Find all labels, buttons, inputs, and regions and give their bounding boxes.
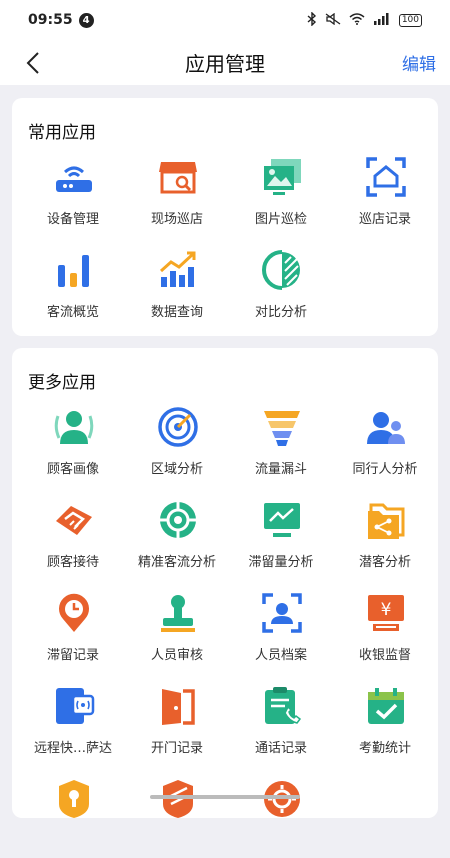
clock-pin-icon (59, 593, 89, 632)
notification-count-badge: 4 (78, 12, 94, 28)
app-item[interactable]: 对比分析 (229, 249, 333, 329)
app-label: 通话记录 (254, 741, 307, 756)
app-item[interactable]: 顾客接待 (21, 499, 125, 579)
nav-bar: 应用管理 编辑 (0, 40, 450, 85)
app-label: 客流概览 (46, 305, 99, 320)
app-item[interactable]: 同行人分析 (333, 406, 437, 486)
app-label: 图片巡检 (254, 212, 307, 227)
app-item[interactable]: ¥ 收银监督 (333, 592, 437, 672)
bar-chart-icon (58, 255, 89, 287)
app-item[interactable] (21, 778, 125, 858)
app-label: 流量漏斗 (254, 462, 307, 477)
app-item[interactable]: 设备管理 (21, 156, 125, 236)
app-item[interactable]: 开门记录 (125, 685, 229, 765)
router-icon (56, 166, 92, 192)
gear-badge-icon (264, 781, 300, 817)
user-profile-icon (54, 411, 94, 444)
signal-icon (373, 12, 391, 28)
image-gallery-icon (264, 159, 301, 195)
app-item[interactable] (125, 778, 229, 858)
share-folder-icon (368, 503, 405, 539)
mute-icon (325, 12, 341, 28)
app-label: 区域分析 (150, 462, 203, 477)
wifi-icon (349, 12, 365, 28)
app-label: 滞留记录 (46, 648, 99, 663)
phone-clipboard-icon (265, 687, 302, 724)
app-label: 精准客流分析 (137, 555, 216, 570)
funnel-icon (264, 411, 300, 446)
app-item[interactable]: 潜客分析 (333, 499, 437, 579)
keyhole-badge-icon (59, 780, 89, 818)
page-title: 应用管理 (185, 52, 265, 76)
compare-circle-icon (262, 250, 300, 290)
app-item[interactable]: 巡店记录 (333, 156, 437, 236)
home-indicator[interactable] (150, 795, 300, 799)
door-open-icon (162, 689, 195, 725)
app-item[interactable]: 客流概览 (21, 249, 125, 329)
common-apps-card: 常用应用 设备管理 现场巡店 图片巡检 巡店记录 客流概览 数据查询 对比分析 (12, 98, 438, 336)
app-label: 开门记录 (150, 741, 203, 756)
app-item[interactable] (229, 778, 333, 858)
app-item[interactable]: 通话记录 (229, 685, 333, 765)
app-item[interactable]: 远程快…萨达 (21, 685, 125, 765)
app-item[interactable]: 人员档案 (229, 592, 333, 672)
bar-trend-icon (159, 251, 196, 287)
calendar-check-icon (368, 688, 404, 724)
target-icon (160, 502, 196, 538)
app-item[interactable]: 精准客流分析 (125, 499, 229, 579)
app-label: 同行人分析 (352, 462, 418, 477)
shield-icon (163, 780, 193, 818)
app-label: 数据查询 (150, 305, 203, 320)
app-label: 设备管理 (46, 212, 99, 227)
store-search-icon (159, 162, 197, 194)
app-item[interactable]: 区域分析 (125, 406, 229, 486)
cashier-icon: ¥ (368, 595, 404, 631)
svg-text:¥: ¥ (381, 600, 392, 620)
app-label: 人员档案 (254, 648, 307, 663)
status-left: 09:55 4 (28, 12, 94, 28)
face-scan-icon (262, 593, 302, 633)
app-label: 潜客分析 (358, 555, 411, 570)
monitor-trend-icon (264, 503, 300, 537)
status-bar: 09:55 4 100 (0, 0, 450, 40)
app-label: 顾客接待 (46, 555, 99, 570)
app-item[interactable]: 流量漏斗 (229, 406, 333, 486)
app-label: 收银监督 (358, 648, 411, 663)
battery-icon: 100 (398, 13, 422, 27)
chevron-left-icon (26, 52, 39, 74)
app-item[interactable]: 滞留量分析 (229, 499, 333, 579)
app-label: 对比分析 (254, 305, 307, 320)
app-label: 人员审核 (150, 648, 203, 663)
app-item[interactable]: 人员审核 (125, 592, 229, 672)
section-title: 更多应用 (28, 373, 96, 393)
remote-door-icon (56, 688, 95, 724)
edit-button[interactable]: 编辑 (402, 50, 436, 75)
app-label: 远程快…萨达 (33, 741, 112, 756)
app-label: 考勤统计 (358, 741, 411, 756)
section-title: 常用应用 (28, 123, 96, 143)
app-item[interactable]: 顾客画像 (21, 406, 125, 486)
back-button[interactable] (18, 48, 48, 78)
stamp-icon (161, 595, 195, 632)
app-item[interactable]: 数据查询 (125, 249, 229, 329)
more-apps-card: 更多应用 顾客画像 区域分析 流量漏斗 同行人分析 顾客接待 精准客流分析 滞留… (12, 348, 438, 818)
app-item[interactable]: 图片巡检 (229, 156, 333, 236)
app-label: 顾客画像 (46, 462, 99, 477)
app-label: 巡店记录 (358, 212, 411, 227)
app-item[interactable]: 考勤统计 (333, 685, 437, 765)
handshake-icon (56, 506, 92, 535)
scan-home-icon (366, 157, 406, 197)
status-time: 09:55 (28, 12, 73, 28)
app-label: 滞留量分析 (248, 555, 314, 570)
app-item[interactable]: 滞留记录 (21, 592, 125, 672)
bluetooth-icon (307, 10, 317, 29)
app-item[interactable]: 现场巡店 (125, 156, 229, 236)
app-label: 现场巡店 (150, 212, 203, 227)
group-users-icon (367, 412, 405, 444)
status-icons: 100 (307, 10, 422, 29)
radar-icon (158, 407, 198, 447)
